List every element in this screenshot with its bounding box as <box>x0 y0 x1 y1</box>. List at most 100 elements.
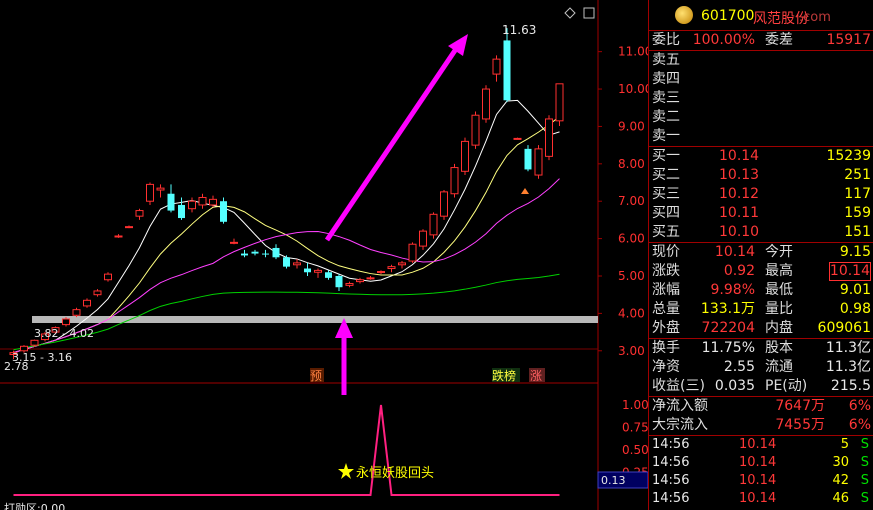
diamond-icon[interactable] <box>564 7 576 19</box>
flow-row: 净流入额 7647万 6% <box>652 398 871 414</box>
candle[interactable] <box>345 281 354 288</box>
candle[interactable] <box>408 242 417 263</box>
candle[interactable] <box>272 244 280 260</box>
tick-row: 14:56 10.14 42 S <box>652 473 869 488</box>
fundamental-row: 收益(三) 0.035 PE(动) 215.5 <box>652 378 871 394</box>
candle[interactable] <box>293 259 301 269</box>
y-tick-label: 4.00 <box>618 306 645 320</box>
ask-row[interactable]: 卖二 <box>649 108 873 127</box>
candle[interactable] <box>146 182 154 205</box>
candle[interactable] <box>534 145 543 179</box>
candle[interactable] <box>125 225 133 229</box>
bid-row[interactable]: 买三 10.12 117 <box>649 185 873 204</box>
candle[interactable] <box>83 298 91 308</box>
high-price-label: 11.63 <box>502 23 536 37</box>
fundamental-row: 净资 2.55 流通 11.3亿 <box>652 359 871 375</box>
candle[interactable] <box>492 55 501 82</box>
candle[interactable] <box>251 249 259 256</box>
candle[interactable] <box>398 261 406 269</box>
candle[interactable] <box>314 268 322 278</box>
longhu-marker[interactable]: 跌榜 <box>492 368 520 383</box>
candle[interactable] <box>104 272 112 282</box>
y-tick-label: 8.00 <box>618 157 645 171</box>
candle[interactable] <box>366 276 375 280</box>
bid-list: 买一 10.14 15239 买二 10.13 251 买三 10.12 117 买四 10.… <box>649 147 873 243</box>
candle[interactable] <box>220 197 227 224</box>
zone-upper-label: 3.82 - 4.02 <box>34 327 94 340</box>
kline-chart[interactable]: 11.00 10.00 9.00 8.00 7.00 6.00 5.00 4.00 3.00 1… <box>0 0 648 510</box>
candle[interactable] <box>387 264 396 273</box>
candle[interactable] <box>513 137 522 140</box>
ask-row[interactable]: 卖一 <box>649 127 873 146</box>
candle[interactable] <box>72 307 81 318</box>
bid-row[interactable]: 买四 10.11 159 <box>649 204 873 223</box>
indicator-line <box>13 404 560 496</box>
candle[interactable] <box>262 249 269 258</box>
candle[interactable] <box>167 184 175 213</box>
y-tick-label: 11.00 <box>618 45 648 59</box>
candle[interactable] <box>198 193 207 209</box>
candle[interactable] <box>93 289 102 297</box>
order-ratio-row: 委比 100.00% 委差 15917 <box>649 31 873 51</box>
indicator-value: 0.13 <box>601 474 626 487</box>
app-logo-icon <box>675 6 693 24</box>
sub-tick-label: 0.50 <box>622 443 648 457</box>
candle[interactable] <box>135 208 144 220</box>
bid-row[interactable]: 买二 10.13 251 <box>649 166 873 185</box>
candle[interactable] <box>335 274 343 291</box>
bid-row[interactable]: 买五 10.10 151 <box>649 223 873 242</box>
fundamental-stats: 换手 11.75% 股本 11.3亿 净资 2.55 流通 11.3亿 收益(三) 0.035 PE… <box>649 339 873 397</box>
candle[interactable] <box>114 234 123 238</box>
ma60-line <box>13 273 560 351</box>
candle[interactable] <box>555 83 564 127</box>
candle[interactable] <box>325 270 332 280</box>
sub-tick-label: 1.00 <box>622 398 648 412</box>
prediction-triangle-marker <box>521 188 529 194</box>
candle[interactable] <box>62 317 70 327</box>
candle[interactable] <box>230 238 238 245</box>
candle[interactable] <box>377 270 385 275</box>
candle[interactable] <box>450 163 459 198</box>
tick-row: 14:56 10.14 30 S <box>652 455 869 470</box>
candle[interactable] <box>156 184 165 198</box>
candle[interactable] <box>188 197 196 213</box>
candle[interactable] <box>241 249 248 258</box>
quote-row: 涨跌 0.92 最高 10.14 <box>652 262 871 281</box>
candle[interactable] <box>304 262 311 276</box>
bid-row[interactable]: 买一 10.14 15239 <box>649 147 873 166</box>
chart-settings-icon[interactable] <box>583 7 595 19</box>
candle[interactable] <box>419 229 427 250</box>
low-price-label: 2.78 <box>4 360 29 373</box>
quote-panel: 601700 风范股份 .com 委比 100.00% 委差 15917 卖五 … <box>648 0 873 510</box>
ask-list: 卖五 卖四 卖三 卖二 卖一 <box>649 51 873 147</box>
candle[interactable] <box>283 255 290 269</box>
ask-row[interactable]: 卖三 <box>649 89 873 108</box>
candle[interactable] <box>178 197 185 220</box>
candle[interactable] <box>471 111 480 149</box>
quote-row: 总量 133.1万 量比 0.98 <box>652 301 871 317</box>
y-tick-label: 6.00 <box>618 232 645 246</box>
y-tick-label: 9.00 <box>618 119 645 133</box>
candle[interactable] <box>429 212 438 239</box>
tick-row: 14:56 10.14 5 S <box>652 437 869 452</box>
indicator-name-label: 永恒妖股回头 <box>356 466 434 481</box>
candle[interactable] <box>503 28 511 103</box>
quote-row: 涨幅 9.98% 最低 9.01 <box>652 282 871 298</box>
candle[interactable] <box>209 195 217 207</box>
limit-up-marker: 涨 <box>529 368 545 383</box>
candle[interactable] <box>524 145 532 172</box>
candle[interactable] <box>482 85 490 123</box>
quote-row: 外盘 722204 内盘 609061 <box>652 320 871 336</box>
quote-stats: 现价 10.14 今开 9.15 涨跌 0.92 最高 10.14 涨幅 9.98% 最低 9.01 总… <box>649 243 873 339</box>
ask-row[interactable]: 卖四 <box>649 70 873 89</box>
candle[interactable] <box>440 190 448 220</box>
tick-list[interactable]: 14:56 10.14 5 S 14:56 10.14 30 S 14:56 10.14 42 S 14… <box>649 436 873 508</box>
pre-marker: 预 <box>310 368 324 383</box>
y-tick-label: 7.00 <box>618 194 645 208</box>
candle[interactable] <box>461 137 469 176</box>
ask-row[interactable]: 卖五 <box>649 51 873 70</box>
candle[interactable] <box>356 277 364 284</box>
y-tick-label: 10.00 <box>618 82 648 96</box>
y-tick-label: 5.00 <box>618 269 645 283</box>
candle[interactable] <box>545 115 553 161</box>
